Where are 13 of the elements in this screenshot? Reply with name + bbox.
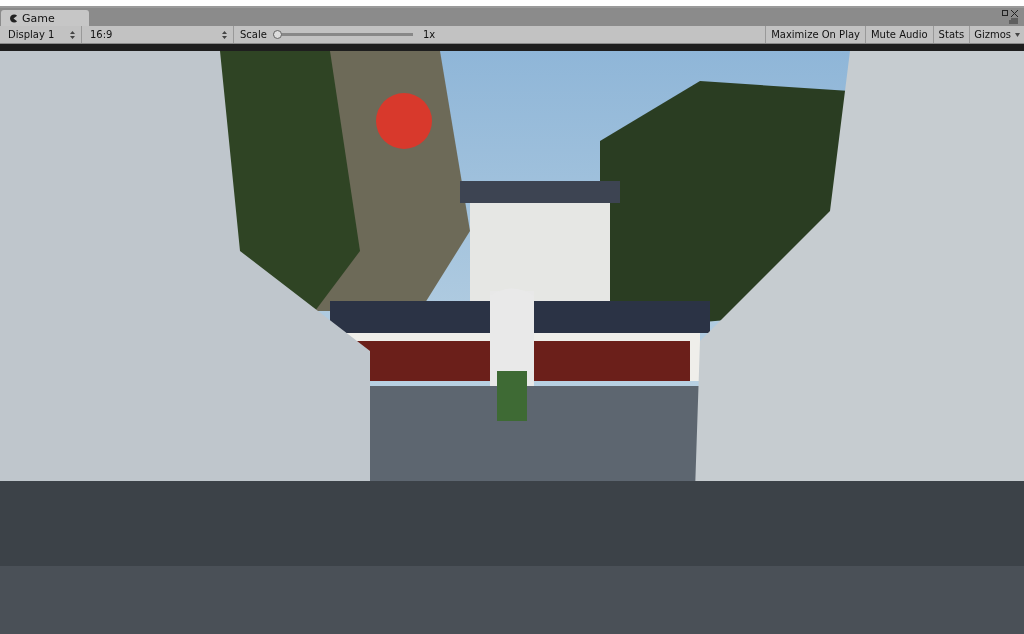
close-icon[interactable] xyxy=(1011,10,1018,17)
slider-thumb[interactable] xyxy=(272,30,282,39)
maximize-icon[interactable] xyxy=(1002,10,1008,16)
scale-reading: 1x xyxy=(422,29,436,40)
caret-icon xyxy=(1015,32,1020,37)
game-tab[interactable]: Game xyxy=(1,10,89,26)
scale-slider[interactable] xyxy=(272,30,413,39)
scale-label: Scale xyxy=(240,29,267,40)
display-dropdown[interactable]: Display 1 xyxy=(0,26,82,43)
stepper-icon xyxy=(222,30,227,39)
pacman-icon xyxy=(9,13,18,23)
aspect-dropdown[interactable]: 16:9 xyxy=(82,26,234,43)
stepper-icon xyxy=(70,30,75,39)
